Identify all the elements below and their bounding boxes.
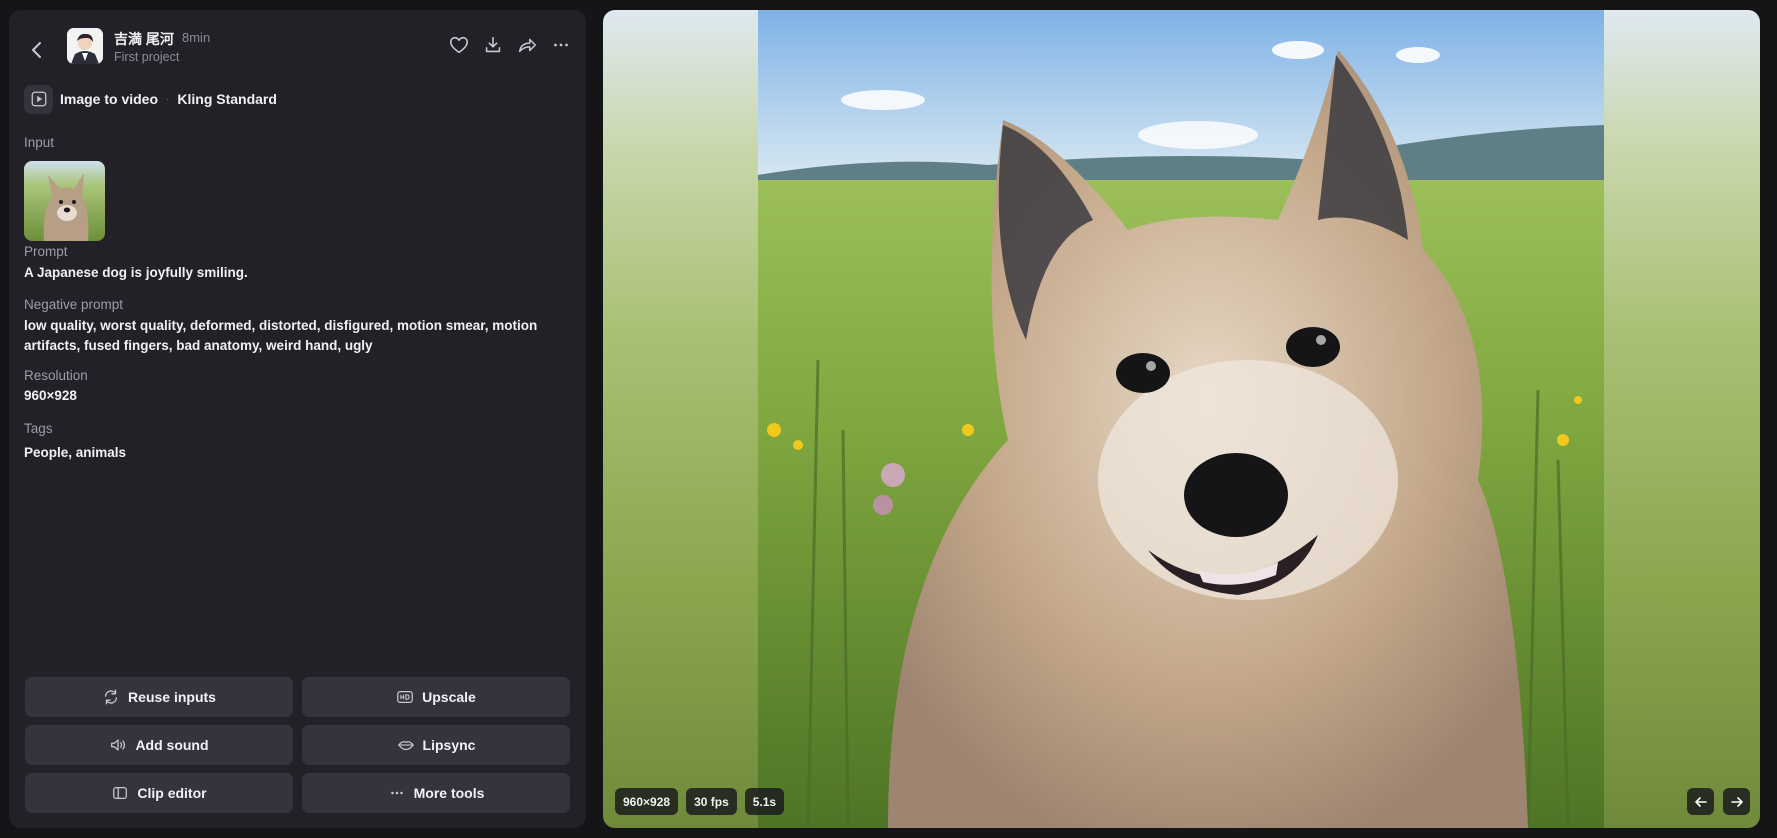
add-sound-label: Add sound bbox=[135, 737, 209, 753]
more-tools-label: More tools bbox=[413, 785, 485, 801]
heart-icon[interactable] bbox=[448, 34, 470, 56]
details-panel: 吉満 尾河 8min First project Image to video … bbox=[9, 10, 586, 828]
add-sound-button[interactable]: Add sound bbox=[25, 725, 293, 765]
user-name[interactable]: 吉満 尾河 bbox=[114, 29, 174, 49]
previous-button[interactable] bbox=[1687, 788, 1714, 815]
preview-navigation bbox=[1687, 788, 1750, 815]
lipsync-button[interactable]: Lipsync bbox=[302, 725, 570, 765]
lipsync-label: Lipsync bbox=[422, 737, 476, 753]
model-name: Kling Standard bbox=[177, 91, 277, 107]
header-actions bbox=[448, 34, 572, 56]
back-arrow-icon[interactable] bbox=[25, 38, 49, 62]
resolution-value: 960×928 bbox=[24, 388, 77, 403]
lips-icon bbox=[397, 741, 414, 751]
video-preview[interactable]: 960×928 30 fps 5.1s bbox=[603, 10, 1760, 828]
reuse-inputs-button[interactable]: Reuse inputs bbox=[25, 677, 293, 717]
download-icon[interactable] bbox=[482, 34, 504, 56]
fps-chip: 30 fps bbox=[686, 788, 737, 815]
negative-prompt-text: low quality, worst quality, deformed, di… bbox=[24, 318, 538, 353]
video-play-icon bbox=[24, 84, 53, 114]
hd-icon bbox=[397, 690, 413, 704]
clip-editor-label: Clip editor bbox=[137, 785, 207, 801]
video-meta-chips: 960×928 30 fps 5.1s bbox=[615, 788, 785, 815]
next-button[interactable] bbox=[1723, 788, 1750, 815]
panel-header: 吉満 尾河 8min First project bbox=[9, 10, 586, 78]
resolution-label: Resolution bbox=[24, 368, 88, 383]
upscale-label: Upscale bbox=[422, 689, 476, 705]
prompt-text: A Japanese dog is joyfully smiling. bbox=[24, 265, 248, 280]
share-icon[interactable] bbox=[516, 34, 538, 56]
generated-video-frame[interactable] bbox=[758, 10, 1604, 828]
input-label: Input bbox=[24, 135, 55, 150]
reuse-inputs-label: Reuse inputs bbox=[128, 689, 216, 705]
arrow-right-icon bbox=[1730, 796, 1743, 807]
resolution-chip: 960×928 bbox=[615, 788, 679, 815]
duration-chip: 5.1s bbox=[744, 788, 785, 815]
more-tools-button[interactable]: More tools bbox=[302, 773, 570, 813]
dots-icon bbox=[390, 791, 403, 795]
arrow-left-icon bbox=[1694, 796, 1707, 807]
generation-mode: Image to video · Kling Standard bbox=[24, 84, 277, 114]
input-thumbnail[interactable] bbox=[24, 161, 105, 241]
clip-editor-button[interactable]: Clip editor bbox=[25, 773, 293, 813]
mode-separator: · bbox=[166, 93, 170, 105]
speaker-icon bbox=[111, 739, 126, 751]
avatar[interactable] bbox=[67, 28, 103, 64]
more-icon[interactable] bbox=[550, 34, 572, 56]
refresh-icon bbox=[104, 689, 118, 705]
prompt-label: Prompt bbox=[24, 244, 68, 259]
upscale-button[interactable]: Upscale bbox=[302, 677, 570, 717]
time-ago: 8min bbox=[182, 30, 211, 45]
negative-prompt-label: Negative prompt bbox=[24, 297, 124, 312]
tags-value: People, animals bbox=[24, 445, 127, 460]
tags-label: Tags bbox=[24, 421, 53, 436]
clip-editor-icon bbox=[113, 786, 128, 800]
mode-type: Image to video bbox=[60, 91, 159, 107]
project-name[interactable]: First project bbox=[114, 50, 179, 64]
